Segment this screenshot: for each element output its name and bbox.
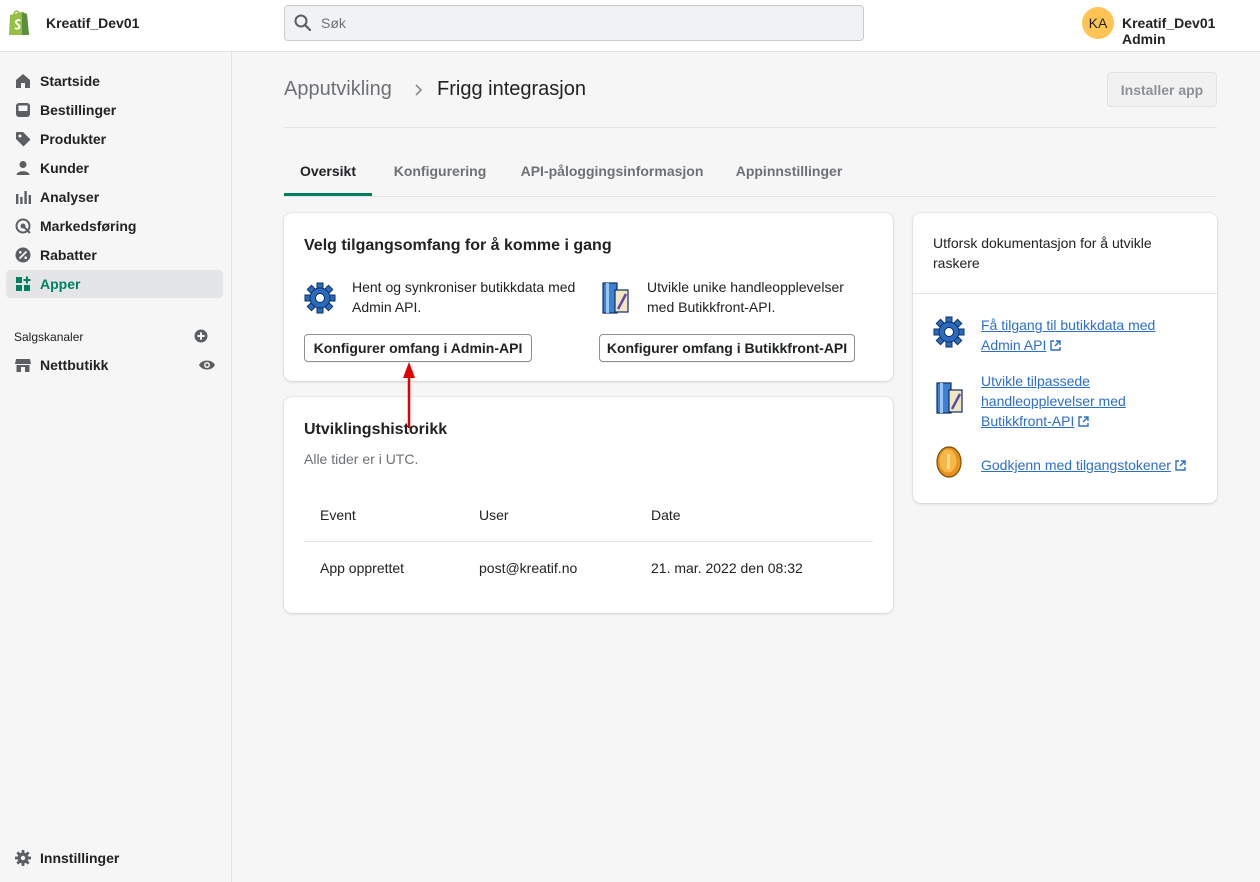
history-card-title: Utviklingshistorikk (304, 421, 448, 438)
admin-api-desc-line2: Admin API. (352, 299, 422, 315)
apps-icon (16, 276, 31, 291)
orders-icon (16, 103, 30, 117)
sidebar-item-apper[interactable]: Apper (6, 270, 223, 298)
storefront-icon (602, 282, 629, 314)
table-cell-date: 21. mar. 2022 den 08:32 (651, 560, 803, 576)
sidebar-item-label: Innstillinger (40, 850, 120, 866)
link-line: Utvikle tilpassede (981, 373, 1090, 389)
access-scope-card: Velg tilgangsomfang for å komme i gang H… (284, 213, 893, 381)
link-line: Godkjenn med tilgangstokener (981, 457, 1171, 473)
doc-link-storefront-api[interactable]: Utvikle tilpassede handleopplevelser med… (981, 371, 1126, 431)
column-header-date: Date (651, 507, 681, 523)
doc-link-access-tokens[interactable]: Godkjenn med tilgangstokener (981, 455, 1186, 475)
external-link-icon (1175, 460, 1186, 471)
annotation-arrow-icon (403, 362, 415, 428)
external-link-icon (1050, 340, 1062, 351)
sidebar-item-nettbutikk[interactable]: Nettbutikk (6, 351, 223, 379)
external-link-icon (1078, 416, 1090, 427)
sidebar: Startside Bestillinger Produkter Kunder … (0, 52, 232, 882)
scope-card-title: Velg tilgangsomfang for å komme i gang (304, 237, 612, 254)
search-icon (294, 14, 312, 32)
documentation-card: Utforsk dokumentasjon for å utvikle rask… (913, 213, 1217, 503)
sidebar-item-bestillinger[interactable]: Bestillinger (6, 96, 223, 124)
table-cell-user: post@kreatif.no (479, 560, 578, 576)
gear-icon (933, 316, 965, 348)
eye-icon[interactable] (198, 357, 216, 373)
sidebar-item-label: Analyser (40, 189, 100, 205)
top-bar: Kreatif_Dev01 KA Kreatif_Dev01 Admin (0, 0, 1260, 52)
search-bar[interactable] (284, 5, 864, 41)
page-title: Frigg integrasjon (437, 78, 586, 100)
sales-channels-heading: Salgskanaler (14, 330, 84, 344)
link-line: Butikkfront-API (981, 413, 1075, 429)
table-cell-event: App opprettet (320, 560, 405, 576)
admin-name[interactable]: Kreatif_Dev01 Admin (1122, 15, 1260, 47)
store-name[interactable]: Kreatif_Dev01 (46, 15, 139, 31)
chevron-right-icon (415, 84, 423, 96)
sidebar-item-innstillinger[interactable]: Innstillinger (6, 844, 223, 872)
column-header-user: User (479, 507, 509, 523)
docs-intro: Utforsk dokumentasjon for å utvikle rask… (933, 233, 1193, 273)
header-divider (284, 127, 1217, 128)
configure-storefront-api-button[interactable]: Konfigurer omfang i Butikkfront-API (599, 334, 855, 362)
link-line: Få tilgang til butikkdata med (981, 317, 1156, 333)
home-icon (16, 74, 30, 88)
tag-icon (16, 132, 31, 147)
table-divider (304, 541, 873, 542)
gear-icon (15, 850, 31, 866)
docs-divider (913, 293, 1217, 294)
doc-link-admin-api[interactable]: Få tilgang til butikkdata med Admin API (981, 315, 1155, 355)
sidebar-item-label: Rabatter (40, 247, 97, 263)
coin-icon (936, 446, 962, 478)
analytics-icon (16, 191, 31, 204)
sidebar-item-produkter[interactable]: Produkter (6, 125, 223, 153)
storefront-api-desc-line2: med Butikkfront-API. (647, 299, 776, 315)
development-history-card: Utviklingshistorikk Alle tider er i UTC.… (284, 397, 893, 613)
store-icon (15, 359, 31, 372)
tab-bar: Oversikt Konfigurering API-påloggingsinf… (284, 150, 1217, 197)
column-header-event: Event (320, 507, 356, 523)
admin-api-desc-line1: Hent og synkroniser butikkdata med (352, 279, 576, 295)
link-line: handleopplevelser med (981, 393, 1126, 409)
sidebar-item-label: Bestillinger (40, 102, 117, 118)
tab-konfigurering[interactable]: Konfigurering (384, 150, 496, 196)
shopify-logo-icon[interactable] (7, 9, 31, 37)
storefront-api-desc-line1: Utvikle unike handleopplevelser (647, 279, 844, 295)
sidebar-item-kunder[interactable]: Kunder (6, 154, 223, 182)
search-input[interactable] (321, 6, 841, 40)
tab-appinnstillinger[interactable]: Appinnstillinger (728, 150, 850, 196)
docs-intro-line2: raskere (933, 255, 980, 271)
docs-intro-line1: Utforsk dokumentasjon for å utvikle (933, 235, 1152, 251)
sidebar-item-label: Nettbutikk (40, 357, 109, 373)
target-icon (15, 218, 31, 234)
sidebar-item-markedsforing[interactable]: Markedsføring (6, 212, 223, 240)
sidebar-item-rabatter[interactable]: Rabatter (6, 241, 223, 269)
install-app-button[interactable]: Installer app (1107, 72, 1217, 107)
sidebar-item-label: Produkter (40, 131, 107, 147)
avatar[interactable]: KA (1082, 7, 1114, 39)
add-channel-icon[interactable] (193, 328, 209, 344)
sidebar-item-label: Markedsføring (40, 218, 137, 234)
sidebar-item-startside[interactable]: Startside (6, 67, 223, 95)
configure-admin-api-button[interactable]: Konfigurer omfang i Admin-API (304, 334, 532, 362)
sidebar-item-label: Startside (40, 73, 100, 89)
discount-icon (15, 247, 31, 263)
sidebar-item-label: Apper (40, 276, 81, 292)
history-timezone-note: Alle tider er i UTC. (304, 451, 419, 467)
link-line: Admin API (981, 337, 1047, 353)
breadcrumb-parent-link[interactable]: Apputvikling (284, 78, 392, 101)
sidebar-item-label: Kunder (40, 160, 89, 176)
tab-api-credentials[interactable]: API-påloggingsinformasjon (512, 150, 712, 196)
tab-oversikt[interactable]: Oversikt (284, 150, 372, 196)
person-icon (16, 161, 30, 175)
storefront-icon (936, 382, 963, 414)
gear-icon (304, 282, 336, 314)
sidebar-item-analyser[interactable]: Analyser (6, 183, 223, 211)
